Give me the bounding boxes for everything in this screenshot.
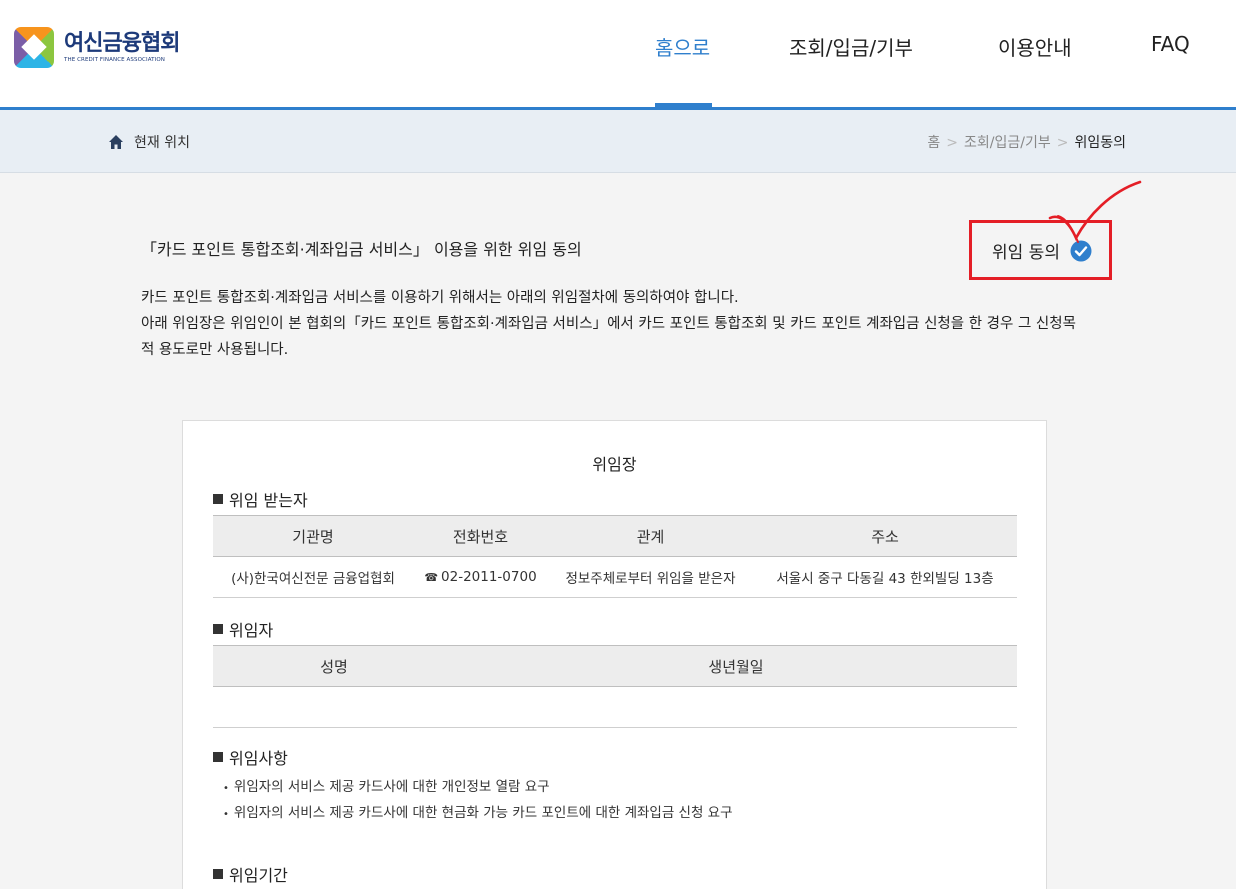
breadcrumb-separator: > (946, 135, 959, 151)
matters-section-title: 위임사항 (213, 745, 288, 769)
table-row: (사)한국여신전문 금융업협회 ☎ 02-2011-0700 정보주체로부터 위임… (213, 556, 1017, 598)
square-bullet-icon (213, 869, 223, 879)
list-item: 위임자의 서비스 제공 카드사에 대한 개인정보 열람 요구 (223, 775, 733, 801)
breadcrumb-inquiry[interactable]: 조회/입금/기부 (964, 135, 1051, 151)
breadcrumb-home[interactable]: 홈 (927, 135, 940, 151)
breadcrumb-current: 위임동의 (1074, 135, 1126, 151)
logo-subtitle: THE CREDIT FINANCE ASSOCIATION (64, 56, 165, 63)
relationship: 정보주체로부터 위임을 받은자 (548, 556, 753, 598)
square-bullet-icon (213, 624, 223, 634)
nav-active-indicator (655, 103, 712, 107)
matters-list: 위임자의 서비스 제공 카드사에 대한 개인정보 열람 요구 위임자의 서비스 … (223, 775, 733, 827)
square-bullet-icon (213, 752, 223, 762)
table-header: 주소 (753, 515, 1017, 557)
annotation-check-arrow-icon (1048, 180, 1142, 243)
intro-description: 카드 포인트 통합조회·계좌입금 서비스를 이용하기 위해서는 아래의 위임절차… (141, 290, 1076, 358)
delegate-section-title: 위임 받는자 (213, 487, 308, 511)
home-icon (109, 135, 123, 149)
site-header: 여신금융협회 THE CREDIT FINANCE ASSOCIATION 홈으… (0, 0, 1236, 110)
table-row (213, 686, 1017, 728)
breadcrumb-bar: 현재 위치 홈 > 조회/입금/기부 > 위임동의 (0, 110, 1236, 173)
nav-home[interactable]: 홈으로 (655, 32, 710, 61)
nav-guide[interactable]: 이용안내 (998, 32, 1072, 61)
delegator-section-title: 위임자 (213, 617, 273, 641)
table-header: 성명 (213, 645, 455, 687)
table-header: 전화번호 (413, 515, 548, 557)
square-bullet-icon (213, 494, 223, 504)
list-item: 위임자의 서비스 제공 카드사에 대한 현금화 가능 카드 포인트에 대한 계좌… (223, 801, 733, 827)
address: 서울시 중구 다동길 43 한외빌딩 13층 (753, 556, 1017, 598)
delegator-table: 성명 생년월일 (213, 645, 1017, 728)
period-section-title: 위임기간 (213, 862, 288, 886)
power-of-attorney-document: 위임장 위임 받는자 기관명 전화번호 관계 주소 (사)한국여신전문 금융업협… (182, 420, 1047, 889)
table-header: 관계 (548, 515, 753, 557)
nav-inquiry-deposit-donation[interactable]: 조회/입금/기부 (789, 32, 913, 61)
breadcrumb-separator: > (1056, 135, 1069, 151)
table-header: 기관명 (213, 515, 413, 557)
delegator-birthdate (455, 686, 1017, 728)
delegator-name (213, 686, 455, 728)
breadcrumb: 홈 > 조회/입금/기부 > 위임동의 (927, 132, 1126, 152)
site-logo[interactable]: 여신금융협회 THE CREDIT FINANCE ASSOCIATION (14, 27, 180, 68)
logo-title: 여신금융협회 (64, 30, 180, 56)
document-title: 위임장 (592, 455, 637, 474)
delegate-table: 기관명 전화번호 관계 주소 (사)한국여신전문 금융업협회 ☎ 02-2011-… (213, 515, 1017, 598)
page-title: 「카드 포인트 통합조회·계좌입금 서비스」 이용을 위한 위임 동의 (141, 240, 582, 259)
logo-mark-icon (14, 27, 54, 68)
current-location-label: 현재 위치 (134, 135, 190, 151)
phone-number: 02-2011-0700 (441, 569, 537, 585)
table-header: 생년월일 (455, 645, 1017, 687)
nav-faq[interactable]: FAQ (1151, 32, 1190, 56)
organization-name: (사)한국여신전문 금융업협회 (213, 556, 413, 598)
phone-icon: ☎ (424, 571, 439, 584)
